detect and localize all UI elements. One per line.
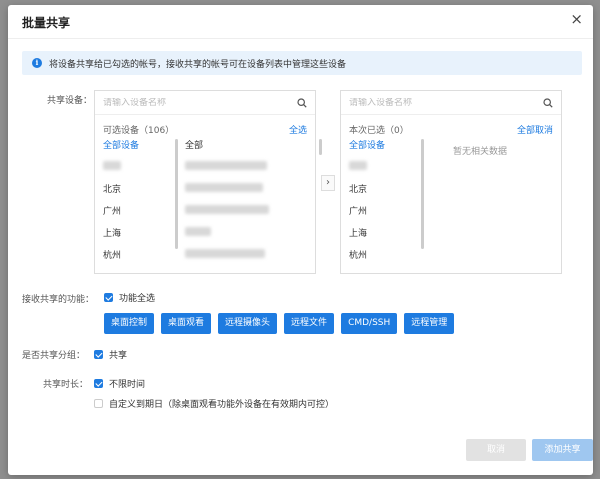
group-item-shanghai[interactable]: 上海 (349, 227, 409, 249)
group-item-all[interactable]: 全部设备 (103, 139, 163, 161)
device-item[interactable] (185, 161, 295, 183)
checkbox-checked-icon[interactable] (94, 350, 103, 359)
group-item-hangzhou[interactable]: 杭州 (349, 249, 409, 271)
available-devices-panel: 可选设备（106） 全选 全部设备 北京 广州 上海 杭州 全部 (94, 90, 322, 274)
selected-count: 本次已选（0） (349, 126, 409, 136)
group-item-beijing[interactable]: 北京 (103, 183, 163, 205)
selected-search-box (341, 91, 561, 115)
device-item[interactable] (185, 249, 295, 271)
transfer-right-button[interactable]: › (321, 175, 335, 191)
device-item[interactable] (185, 183, 295, 205)
title-divider (8, 38, 593, 39)
available-count: 可选设备（106） (103, 126, 175, 136)
available-search-box (95, 91, 315, 115)
group-share-option[interactable]: 共享 (94, 348, 127, 361)
selected-group-list: 全部设备 北京 广州 上海 杭州 (349, 139, 409, 271)
search-icon[interactable] (297, 97, 307, 108)
select-all-link[interactable]: 全选 (289, 123, 307, 136)
remote-file-button[interactable]: 远程文件 (284, 313, 335, 334)
group-share-option-label: 共享 (109, 351, 128, 361)
device-item-all[interactable]: 全部 (185, 139, 295, 161)
info-icon: i (32, 58, 42, 68)
search-icon[interactable] (543, 97, 553, 108)
duration-label: 共享时长： (42, 380, 88, 390)
selected-search-input[interactable] (349, 97, 543, 108)
group-share-label: 是否共享分组： (22, 351, 86, 361)
function-select-all[interactable]: 功能全选 (104, 291, 155, 304)
checkbox-checked-icon[interactable] (104, 293, 113, 302)
group-item-hangzhou[interactable]: 杭州 (103, 249, 163, 271)
selected-header: 本次已选（0） 全部取消 (349, 123, 553, 136)
duration-unlimited-label: 不限时间 (109, 380, 146, 390)
group-item-blurred[interactable] (349, 161, 409, 183)
group-item-blurred[interactable] (103, 161, 163, 183)
desktop-view-button[interactable]: 桌面观看 (161, 313, 212, 334)
available-search-input[interactable] (103, 97, 297, 108)
selected-devices-panel: 本次已选（0） 全部取消 全部设备 北京 广州 上海 杭州 暂无相关数据 (340, 90, 562, 274)
info-banner: i 将设备共享给已勾选的帐号，接收共享的帐号可在设备列表中管理这些设备 (22, 51, 582, 75)
group-item-guangzhou[interactable]: 广州 (103, 205, 163, 227)
function-select-all-label: 功能全选 (119, 294, 156, 304)
group-scrollbar[interactable] (175, 139, 178, 249)
cancel-all-link[interactable]: 全部取消 (517, 123, 553, 136)
share-devices-label: 共享设备： (46, 96, 92, 106)
remote-manage-button[interactable]: 远程管理 (404, 313, 455, 334)
desktop-control-button[interactable]: 桌面控制 (104, 313, 155, 334)
functions-label: 接收共享的功能： (22, 295, 95, 305)
device-item[interactable] (185, 205, 295, 227)
group-scrollbar[interactable] (421, 139, 424, 249)
checkbox-checked-icon[interactable] (94, 379, 103, 388)
batch-share-dialog: 批量共享 × i 将设备共享给已勾选的帐号，接收共享的帐号可在设备列表中管理这些… (8, 5, 593, 475)
device-item[interactable] (185, 227, 295, 249)
cmd-ssh-button[interactable]: CMD/SSH (341, 313, 398, 334)
available-device-list: 全部 (185, 139, 295, 271)
available-header: 可选设备（106） 全选 (103, 123, 307, 136)
close-icon[interactable]: × (570, 12, 583, 27)
group-item-guangzhou[interactable]: 广州 (349, 205, 409, 227)
info-text: 将设备共享给已勾选的帐号，接收共享的帐号可在设备列表中管理这些设备 (49, 59, 347, 70)
checkbox-unchecked-icon[interactable] (94, 399, 103, 408)
device-scrollbar[interactable] (319, 139, 322, 155)
empty-text: 暂无相关数据 (453, 147, 508, 157)
duration-custom-label: 自定义到期日（除桌面观看功能外设备在有效期内可控） (109, 400, 335, 410)
dialog-title: 批量共享 (22, 16, 71, 30)
group-item-all[interactable]: 全部设备 (349, 139, 409, 161)
add-share-button[interactable]: 添加共享 (532, 439, 593, 461)
group-item-beijing[interactable]: 北京 (349, 183, 409, 205)
duration-unlimited-option[interactable]: 不限时间 (94, 377, 145, 390)
duration-custom-option[interactable]: 自定义到期日（除桌面观看功能外设备在有效期内可控） (94, 397, 334, 410)
remote-camera-button[interactable]: 远程摄像头 (218, 313, 278, 334)
function-buttons: 桌面控制 桌面观看 远程摄像头 远程文件 CMD/SSH 远程管理 (104, 313, 455, 334)
available-group-list: 全部设备 北京 广州 上海 杭州 (103, 139, 163, 271)
cancel-button[interactable]: 取消 (466, 439, 526, 461)
group-item-shanghai[interactable]: 上海 (103, 227, 163, 249)
